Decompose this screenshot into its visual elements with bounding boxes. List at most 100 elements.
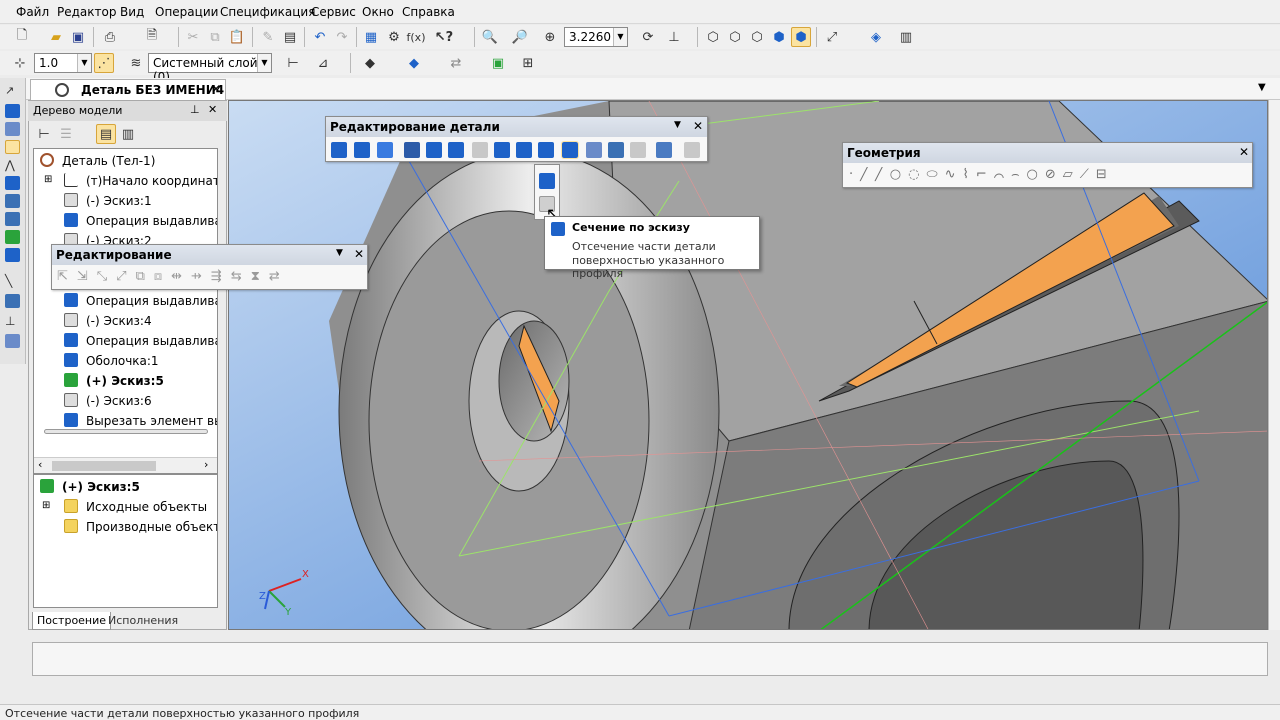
editing-toolbar-title[interactable]: Редактирование ▼ ✕ bbox=[52, 245, 367, 265]
orthogonal-icon[interactable]: ⊿ bbox=[313, 53, 333, 73]
subtree-derived-objects[interactable]: Производные объекты bbox=[34, 517, 217, 537]
tree-hscrollbar[interactable]: ‹ › bbox=[34, 457, 217, 473]
loft-op-icon[interactable] bbox=[404, 142, 420, 158]
halftone-icon[interactable]: ⬢ bbox=[769, 27, 789, 47]
menu-help[interactable]: Справка bbox=[402, 5, 455, 19]
plane-icon[interactable]: ◆ bbox=[404, 53, 424, 73]
grid-snap-icon[interactable]: ⋰ bbox=[94, 53, 114, 73]
close-icon[interactable]: ✕ bbox=[354, 247, 364, 261]
rotate-op-icon[interactable] bbox=[354, 142, 370, 158]
section-by-plane-icon[interactable] bbox=[539, 173, 555, 189]
filter-tool-icon[interactable] bbox=[5, 176, 20, 190]
tree-inner-scrollbar[interactable] bbox=[44, 429, 208, 434]
expand-icon[interactable]: ⊞ bbox=[44, 174, 52, 185]
sketch-mode-icon[interactable] bbox=[5, 140, 20, 154]
menu-service[interactable]: Сервис bbox=[311, 5, 356, 19]
cursor-step-combo[interactable]: 1.0 ▼ bbox=[34, 53, 92, 73]
wireframe-icon[interactable]: ⬡ bbox=[703, 27, 723, 47]
library-icon[interactable]: ⚙ bbox=[384, 27, 404, 47]
zoom-frame-icon[interactable]: 🔍 bbox=[480, 27, 500, 47]
halftone-outline-icon[interactable]: ⬢ bbox=[791, 27, 811, 47]
snap-step-icon[interactable]: ⊹ bbox=[10, 53, 30, 73]
print-icon[interactable]: ⎙ bbox=[100, 27, 120, 47]
tree-relations-icon[interactable]: ▥ bbox=[118, 124, 138, 144]
layer-icon[interactable]: ≋ bbox=[126, 53, 146, 73]
spec-icon[interactable] bbox=[5, 194, 20, 208]
kinematic-op-icon[interactable] bbox=[377, 142, 393, 158]
layer-combo[interactable]: Системный слой (0) ▼ bbox=[148, 53, 272, 84]
points-icon[interactable] bbox=[5, 122, 20, 136]
expand-icon[interactable]: ⊞ bbox=[42, 500, 50, 511]
tab-variants[interactable]: Исполнения bbox=[108, 614, 178, 627]
scroll-right-icon[interactable]: › bbox=[204, 458, 208, 471]
hidden-thin-icon[interactable]: ⬡ bbox=[747, 27, 767, 47]
close-icon[interactable]: ✕ bbox=[211, 82, 221, 96]
tree-item-extrude-3[interactable]: Операция выдавливани bbox=[34, 331, 217, 351]
local-cs-icon[interactable]: ⊢ bbox=[283, 53, 303, 73]
tree-structure-icon[interactable]: ⊢ bbox=[34, 124, 54, 144]
surfaces-icon[interactable] bbox=[5, 248, 20, 262]
pin-icon[interactable]: ⊥ bbox=[190, 103, 200, 116]
undo-icon[interactable]: ↶ bbox=[310, 27, 330, 47]
thread-op-icon[interactable] bbox=[684, 142, 700, 158]
arc-tool-icon[interactable]: ⋀ bbox=[5, 158, 20, 172]
close-icon[interactable]: ✕ bbox=[208, 103, 217, 116]
diagnostics-icon[interactable] bbox=[5, 334, 20, 348]
variables-icon[interactable]: f(x) bbox=[406, 27, 426, 47]
lines-icon[interactable]: ╲ bbox=[5, 274, 20, 288]
subtree-source-objects[interactable]: ⊞ Исходные объекты bbox=[34, 497, 217, 517]
curves-icon[interactable] bbox=[5, 230, 20, 244]
tree-item-sketch-1[interactable]: (-) Эскиз:1 bbox=[34, 191, 217, 211]
editing-tools-disabled-icon[interactable]: ⇱⇲⤡⤢⧉⧈⇹⇸⇶⇆⧗⇄ bbox=[57, 269, 362, 287]
tree-item-sketch-5[interactable]: (+) Эскиз:5 bbox=[34, 371, 217, 391]
edit-part-toolbar-title[interactable]: Редактирование детали ▼ ✕ bbox=[326, 117, 707, 137]
edit-in-place-icon[interactable]: ▣ bbox=[488, 53, 508, 73]
tab-document[interactable]: Деталь БЕЗ ИМЕНИ4 ✕ bbox=[30, 79, 226, 100]
copy-icon[interactable]: ⧉ bbox=[205, 27, 225, 47]
open-folder-icon[interactable]: ▰ bbox=[46, 27, 66, 47]
tree-item-shell[interactable]: Оболочка:1 bbox=[34, 351, 217, 371]
zoom-in-icon[interactable]: ⊕ bbox=[540, 27, 560, 47]
rib-op-icon[interactable] bbox=[586, 142, 602, 158]
section-op-icon[interactable] bbox=[561, 141, 579, 159]
tree-order-icon[interactable]: ☰ bbox=[56, 124, 76, 144]
arrays-icon[interactable] bbox=[5, 294, 20, 308]
tree-item-cut-extrude[interactable]: Вырезать элемент выда bbox=[34, 411, 217, 431]
menu-view[interactable]: Вид bbox=[120, 5, 144, 19]
preview-icon[interactable]: 🗎 bbox=[142, 27, 162, 47]
manager-icon[interactable]: ▦ bbox=[361, 27, 381, 47]
hole-op-icon[interactable] bbox=[494, 142, 510, 158]
fillet-op-icon[interactable] bbox=[448, 142, 464, 158]
tab-list-chevron-down-icon[interactable]: ▼ bbox=[1258, 82, 1266, 93]
component-icon[interactable]: ⇄ bbox=[446, 53, 466, 73]
orientation-icon[interactable]: ⊥ bbox=[664, 27, 684, 47]
properties-icon[interactable]: ▤ bbox=[280, 27, 300, 47]
tree-item-part[interactable]: Деталь (Тел-1) bbox=[34, 151, 217, 171]
extrude-op-icon[interactable] bbox=[331, 142, 347, 158]
tree-item-extrude-2[interactable]: Операция выдавливани bbox=[34, 291, 217, 311]
tree-item-sketch-4[interactable]: (-) Эскиз:4 bbox=[34, 311, 217, 331]
aux-geometry-icon[interactable]: ⊥ bbox=[5, 314, 20, 328]
array-op-icon[interactable] bbox=[608, 142, 624, 158]
chevron-down-icon[interactable]: ▼ bbox=[674, 120, 681, 130]
redo-icon[interactable]: ↷ bbox=[332, 27, 352, 47]
hidden-lines-icon[interactable]: ⬡ bbox=[725, 27, 745, 47]
paste-icon[interactable]: 📋 bbox=[227, 27, 247, 47]
boolean-op-icon[interactable] bbox=[656, 142, 672, 158]
zoom-scale-combo[interactable]: 3.2260 ▼ bbox=[564, 27, 628, 47]
chamfer-op-icon[interactable] bbox=[472, 142, 488, 158]
tab-build[interactable]: Построение bbox=[32, 612, 112, 630]
edit-part-icon[interactable] bbox=[5, 104, 20, 118]
incline-op-icon[interactable] bbox=[516, 142, 532, 158]
tree-view-icon[interactable]: ▤ bbox=[96, 124, 116, 144]
mirror-op-icon[interactable] bbox=[630, 142, 646, 158]
perspective-icon[interactable]: ⤢ bbox=[822, 27, 842, 47]
scroll-left-icon[interactable]: ‹ bbox=[38, 458, 42, 471]
zoom-all-icon[interactable]: 🔎 bbox=[510, 27, 530, 47]
shell-op-icon[interactable] bbox=[538, 142, 554, 158]
shading-icon[interactable]: ◈ bbox=[866, 27, 886, 47]
geometry-tools-icon[interactable]: ·╱╱○◌⬭∿⌇⌐⌒⌢○⊘▱⟋⊟ bbox=[849, 167, 1247, 185]
measure-icon[interactable]: ▥ bbox=[896, 27, 916, 47]
property-panel[interactable] bbox=[32, 642, 1268, 676]
menu-file[interactable]: Файл bbox=[16, 5, 49, 19]
